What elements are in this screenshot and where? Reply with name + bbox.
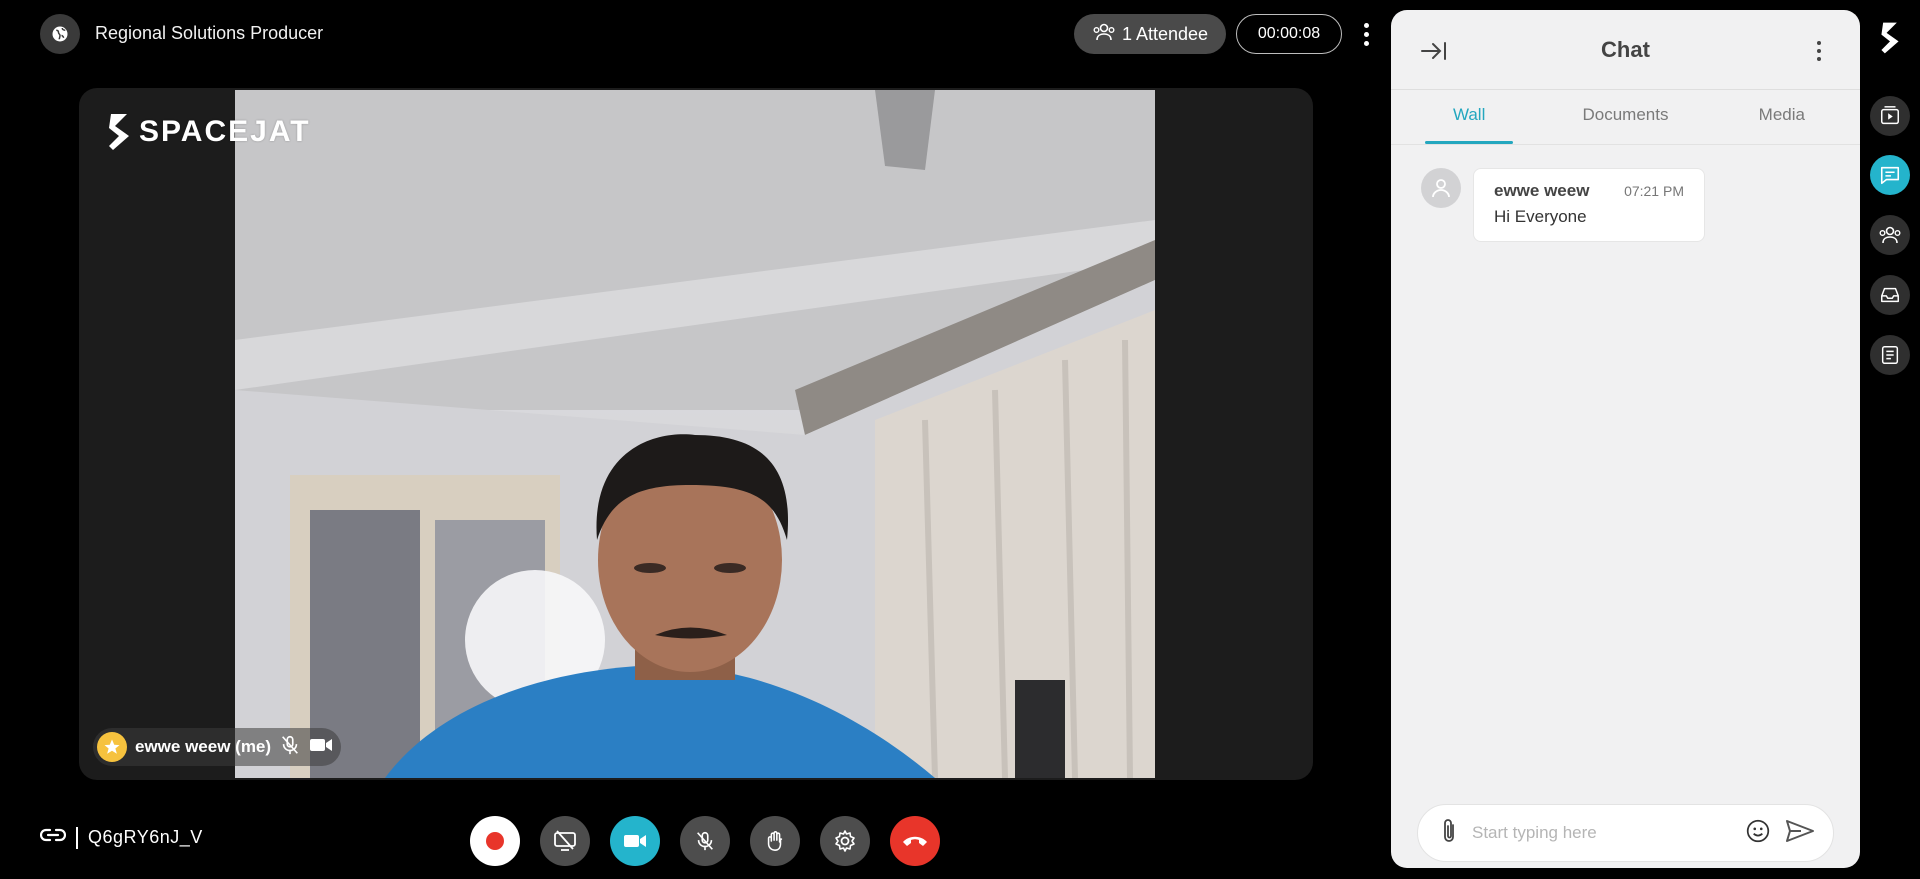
record-button[interactable] bbox=[470, 816, 520, 866]
raise-hand-button[interactable] bbox=[750, 816, 800, 866]
video-stage: SPACEJAT ewwe weew (me) bbox=[79, 88, 1313, 780]
chat-title: Chat bbox=[1601, 37, 1650, 62]
chat-more-icon[interactable] bbox=[1814, 36, 1824, 66]
gear-icon bbox=[835, 830, 855, 852]
chat-panel: Chat Wall Documents Media ewwe weew 07:2… bbox=[1391, 10, 1860, 868]
room-link[interactable]: Q6gRY6nJ_V bbox=[39, 826, 203, 849]
chat-tabs: Wall Documents Media bbox=[1391, 90, 1860, 146]
participant-name: ewwe weew (me) bbox=[135, 737, 272, 756]
microphone-button[interactable] bbox=[680, 816, 730, 866]
message-text: Hi Everyone bbox=[1494, 207, 1587, 226]
tab-documents[interactable]: Documents bbox=[1547, 90, 1703, 146]
send-icon[interactable] bbox=[1785, 818, 1815, 849]
participant-video bbox=[235, 90, 1155, 778]
tab-media[interactable]: Media bbox=[1704, 90, 1860, 146]
message-time: 07:21 PM bbox=[1624, 183, 1684, 199]
divider bbox=[76, 826, 78, 849]
tabs-divider bbox=[1391, 144, 1860, 145]
link-icon bbox=[39, 826, 67, 849]
rail-inbox-icon[interactable] bbox=[1870, 275, 1910, 315]
right-rail bbox=[1860, 0, 1920, 879]
star-icon bbox=[97, 732, 127, 762]
call-timer: 00:00:08 bbox=[1236, 14, 1342, 54]
screen-share-off-icon bbox=[554, 830, 576, 851]
record-icon bbox=[486, 832, 504, 850]
message-author: ewwe weew bbox=[1494, 181, 1590, 200]
mic-off-icon bbox=[697, 831, 713, 851]
rail-presentation-icon[interactable] bbox=[1870, 96, 1910, 136]
video-camera-icon bbox=[624, 835, 646, 847]
logo-text: SPACEJAT bbox=[139, 115, 311, 148]
rail-chat-icon[interactable] bbox=[1870, 155, 1910, 195]
message-bubble: ewwe weew 07:21 PM Hi Everyone bbox=[1473, 168, 1705, 242]
emoji-icon[interactable] bbox=[1745, 818, 1771, 849]
room-title: Regional Solutions Producer bbox=[95, 23, 324, 43]
people-icon bbox=[1092, 22, 1116, 47]
camera-on-icon bbox=[309, 736, 333, 759]
room-code: Q6gRY6nJ_V bbox=[88, 827, 203, 847]
mic-off-icon bbox=[279, 733, 301, 762]
chat-composer bbox=[1417, 804, 1834, 862]
call-controls bbox=[470, 816, 940, 866]
camera-button[interactable] bbox=[610, 816, 660, 866]
participant-name-tag: ewwe weew (me) bbox=[93, 728, 342, 766]
rail-notes-icon[interactable] bbox=[1870, 335, 1910, 375]
avatar bbox=[1421, 168, 1461, 208]
globe-icon[interactable] bbox=[40, 14, 80, 54]
spacejat-logo: SPACEJAT bbox=[105, 112, 311, 152]
attachment-icon[interactable] bbox=[1440, 817, 1458, 850]
end-call-button[interactable] bbox=[890, 816, 940, 866]
chat-message: ewwe weew 07:21 PM Hi Everyone bbox=[1421, 168, 1705, 242]
hang-up-icon bbox=[903, 836, 927, 846]
tab-wall[interactable]: Wall bbox=[1391, 90, 1547, 146]
screen-share-button[interactable] bbox=[540, 816, 590, 866]
settings-button[interactable] bbox=[820, 816, 870, 866]
meeting-screen: Regional Solutions Producer 1 Attendee 0… bbox=[0, 0, 1920, 879]
message-input[interactable] bbox=[1472, 823, 1731, 843]
spacejat-rail-logo bbox=[1878, 20, 1902, 61]
more-options-icon[interactable] bbox=[1356, 18, 1376, 50]
hand-icon bbox=[767, 831, 783, 851]
chat-header: Chat bbox=[1391, 10, 1860, 90]
attendees-button[interactable]: 1 Attendee bbox=[1074, 14, 1226, 54]
rail-participants-icon[interactable] bbox=[1870, 215, 1910, 255]
attendees-label: 1 Attendee bbox=[1121, 23, 1209, 44]
